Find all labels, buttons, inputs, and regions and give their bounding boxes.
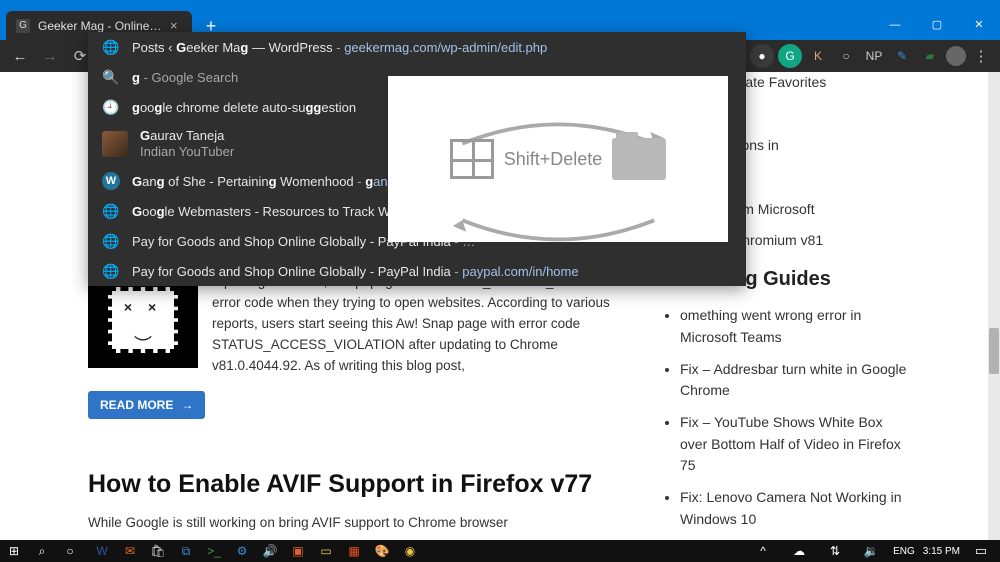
- store-icon[interactable]: 🛍: [144, 540, 172, 562]
- scrollbar-thumb[interactable]: [989, 328, 999, 374]
- globe-icon: 🌐: [102, 203, 120, 220]
- sidebar-link-list: omething went wrong error in Microsoft T…: [662, 305, 910, 540]
- suggestion-text: Posts ‹ Geeker Mag — WordPress - geekerm…: [132, 40, 732, 55]
- forward-button[interactable]: →: [36, 42, 64, 70]
- back-button[interactable]: ←: [6, 42, 34, 70]
- speaker-icon[interactable]: 🔊: [256, 540, 284, 562]
- language-indicator[interactable]: ENG: [893, 546, 915, 557]
- omnibox-suggestion[interactable]: 🌐 Pay for Goods and Shop Online Globally …: [88, 256, 746, 286]
- circle-ext[interactable]: ○: [834, 44, 858, 68]
- action-center-icon[interactable]: ▭: [968, 543, 994, 559]
- clock[interactable]: 3:15 PM: [923, 546, 960, 557]
- windows-logo-icon: [450, 139, 494, 179]
- globe-icon: 🌐: [102, 263, 120, 280]
- minimize-button[interactable]: —: [874, 9, 916, 40]
- clock-icon: 🕘: [102, 99, 120, 116]
- grammarly-ext[interactable]: G: [778, 44, 802, 68]
- arrow-right-icon: →: [181, 398, 193, 412]
- globe-icon: 🌐: [102, 39, 120, 56]
- read-more-button[interactable]: READ MORE→: [88, 391, 205, 419]
- close-tab-icon[interactable]: ×: [170, 18, 184, 33]
- browser-toolbar: ← → ⟳ ⓘ geekermag.com/wp-admin/edit.php …: [0, 40, 1000, 72]
- np-ext[interactable]: NP: [862, 44, 886, 68]
- volume-icon[interactable]: 🔉: [857, 540, 885, 562]
- chrome-icon[interactable]: ◉: [396, 540, 424, 562]
- video-icon[interactable]: ▣: [284, 540, 312, 562]
- start-icon[interactable]: ⊞: [0, 540, 28, 562]
- close-window-button[interactable]: ✕: [958, 9, 1000, 40]
- page-scrollbar[interactable]: [988, 72, 1000, 540]
- folder-icon[interactable]: ▭: [312, 540, 340, 562]
- paint-icon[interactable]: 🎨: [368, 540, 396, 562]
- search-icon: 🔍: [102, 69, 120, 86]
- profile-avatar[interactable]: [946, 46, 966, 66]
- mail-icon[interactable]: ✉: [116, 540, 144, 562]
- omnibox-suggestion[interactable]: 🌐 Posts ‹ Geeker Mag — WordPress - geeker…: [88, 32, 746, 62]
- sidebar-link[interactable]: Fix – Addresbar turn white in Google Chr…: [680, 359, 910, 402]
- sidebar-link[interactable]: omething went wrong error in Microsoft T…: [680, 305, 910, 348]
- article-excerpt: While Google is still working on bring A…: [88, 513, 642, 534]
- network-icon[interactable]: ⇅: [821, 540, 849, 562]
- globe-icon: 🌐: [102, 233, 120, 250]
- omnibox-suggestions: Shift+Delete 🌐 Posts ‹ Geeker Mag — WordP…: [88, 32, 746, 286]
- shield-ext[interactable]: ▰: [918, 44, 942, 68]
- article-card: reporting about Aw, Snap! page with STAT…: [88, 272, 642, 438]
- cortana-icon[interactable]: ○: [56, 540, 84, 562]
- wordpress-icon: W: [102, 172, 120, 190]
- folder-icon: [612, 138, 666, 180]
- aw-snap-icon: [108, 287, 178, 353]
- sidebar-link[interactable]: Fix: Lenovo Camera Not Working in Window…: [680, 487, 910, 530]
- article-title[interactable]: How to Enable AVIF Support in Firefox v7…: [88, 470, 642, 499]
- tray-overflow-icon[interactable]: ^: [749, 540, 777, 562]
- maximize-button[interactable]: ▢: [916, 9, 958, 40]
- suggestion-text: Pay for Goods and Shop Online Globally -…: [132, 264, 732, 279]
- tab-title: Geeker Mag - Online Magazine |: [38, 19, 162, 33]
- tab-favicon: G: [16, 19, 30, 33]
- suggestion-preview-image: Shift+Delete: [388, 76, 728, 242]
- msapps-icon[interactable]: ▦: [340, 540, 368, 562]
- article-card: How to Enable AVIF Support in Firefox v7…: [88, 470, 642, 534]
- settings-icon[interactable]: ⚙: [228, 540, 256, 562]
- camera-ext[interactable]: ●: [750, 44, 774, 68]
- code-icon[interactable]: ⧉: [172, 540, 200, 562]
- terminal-icon[interactable]: >_: [200, 540, 228, 562]
- k-ext[interactable]: K: [806, 44, 830, 68]
- windows-taskbar: ⊞⌕○ W✉🛍⧉>_⚙🔊▣▭▦🎨◉ ^ ☁ ⇅ 🔉 ENG 3:15 PM ▭: [0, 540, 1000, 562]
- word-icon[interactable]: W: [88, 540, 116, 562]
- search-icon[interactable]: ⌕: [28, 540, 56, 562]
- person-thumbnail: [102, 131, 128, 157]
- pen-ext[interactable]: ✎: [890, 44, 914, 68]
- article-excerpt: reporting about Aw, Snap! page with STAT…: [212, 272, 642, 377]
- onedrive-icon[interactable]: ☁: [785, 540, 813, 562]
- article-thumbnail: [88, 272, 198, 368]
- chrome-menu-button[interactable]: ⋮: [968, 47, 994, 65]
- sidebar-link[interactable]: Fix – YouTube Shows White Box over Botto…: [680, 412, 910, 477]
